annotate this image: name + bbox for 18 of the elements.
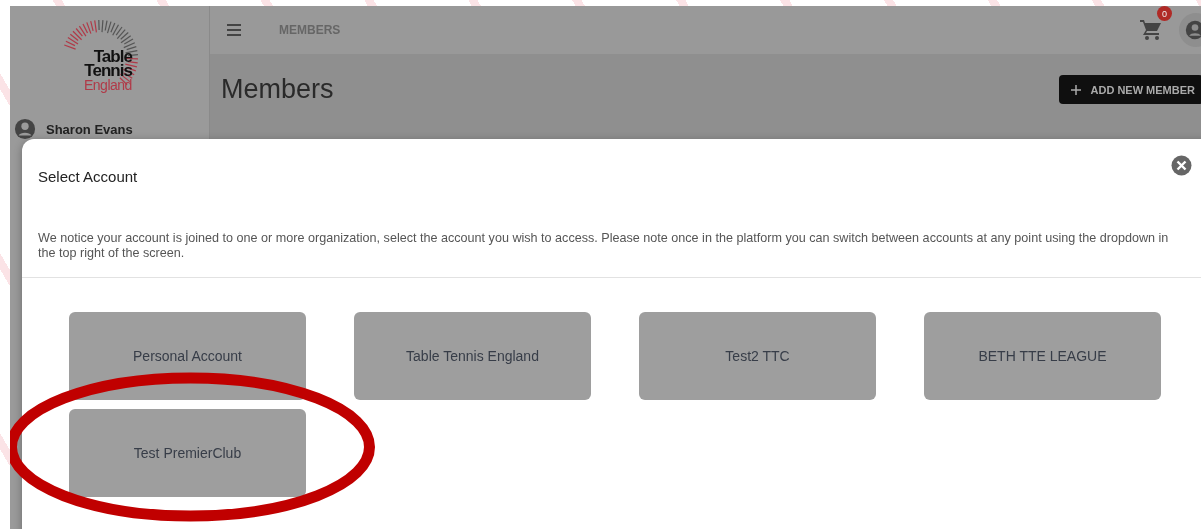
account-card[interactable]: Test2 TTC [639,312,876,400]
logo-text: Table [93,50,132,64]
account-icon [1185,20,1201,40]
account-card[interactable]: BETH TTE LEAGUE [924,312,1161,400]
close-button[interactable] [1171,155,1192,176]
page-title: Members [221,74,334,105]
cart-count-badge: 0 [1157,6,1172,21]
user-name: Sharon Evans [46,121,133,137]
dialog-message: We notice your account is joined to one or more organization, select the account you wish to access. Please note once in the platform you can switch between accounts at any point using the dropdown in the top right of the screen. [38,231,1170,261]
logo-text: Tennis [84,64,132,78]
plus-icon [1070,84,1081,95]
account-card[interactable]: Table Tennis England [354,312,591,400]
user-avatar-icon [14,118,36,140]
dialog-title: Select Account [38,168,138,185]
logo-text: England [84,78,132,92]
account-card[interactable]: Test PremierClub [69,409,306,497]
cart-icon[interactable] [1139,18,1163,42]
add-member-button[interactable]: ADD NEW MEMBER [1058,75,1201,104]
